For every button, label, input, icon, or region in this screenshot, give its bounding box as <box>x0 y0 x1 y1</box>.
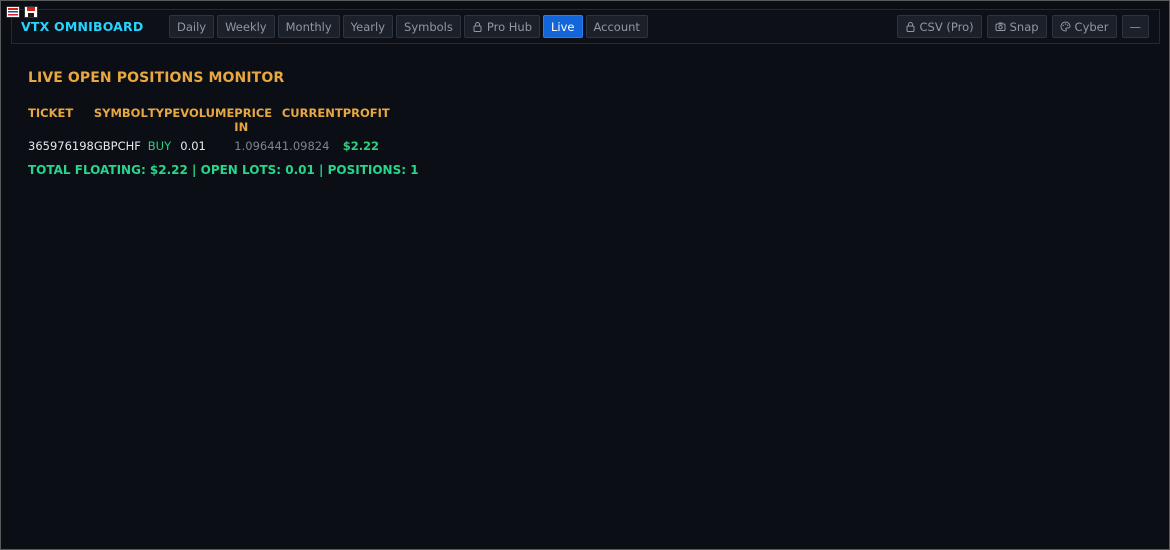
save-icon[interactable] <box>24 6 38 18</box>
top-toolbar: VTX OMNIBOARD Daily Weekly Monthly Yearl… <box>11 9 1160 44</box>
window-system-icons <box>6 6 38 19</box>
cyber-label: Cyber <box>1074 19 1109 34</box>
cell-ticket: 365976198 <box>28 139 94 153</box>
cell-type: BUY <box>147 139 172 153</box>
column-header-symbol: SYMBOL <box>93 106 148 120</box>
cell-volume: 0.01 <box>180 139 206 153</box>
column-header-current: CURRENT <box>281 106 343 120</box>
lock-icon <box>473 22 482 32</box>
nav-tabs: Daily Weekly Monthly Yearly Symbols Pro … <box>169 15 648 38</box>
section-title: LIVE OPEN POSITIONS MONITOR <box>28 70 285 86</box>
tab-label: Symbols <box>404 19 453 34</box>
tab-label: Account <box>593 19 640 34</box>
cell-price-in: 1.09644 <box>234 139 282 153</box>
live-positions-panel: LIVE OPEN POSITIONS MONITOR TICKET SYMBO… <box>28 70 419 177</box>
app-title: VTX OMNIBOARD <box>21 19 144 34</box>
tab-yearly[interactable]: Yearly <box>342 15 394 38</box>
tab-live[interactable]: Live <box>543 15 583 38</box>
tab-label: Daily <box>177 19 207 34</box>
column-header-profit: PROFIT <box>342 106 390 120</box>
app-window: VTX OMNIBOARD Daily Weekly Monthly Yearl… <box>0 0 1170 550</box>
tab-label: Monthly <box>285 19 332 34</box>
csv-export-label: CSV (Pro) <box>919 19 974 34</box>
chart-window-icon[interactable] <box>6 6 20 18</box>
tab-weekly[interactable]: Weekly <box>217 15 275 38</box>
table-header-row: TICKET SYMBOL TYPE VOLUME PRICE IN CURRE… <box>28 106 390 134</box>
positions-table: TICKET SYMBOL TYPE VOLUME PRICE IN CURRE… <box>28 106 390 159</box>
palette-icon <box>1060 21 1071 32</box>
minimize-button[interactable]: — <box>1121 15 1149 38</box>
column-header-volume: VOLUME <box>180 106 235 120</box>
cell-current: 1.09824 <box>281 139 330 153</box>
tab-monthly[interactable]: Monthly <box>277 15 340 38</box>
cyber-theme-button[interactable]: Cyber <box>1051 15 1117 38</box>
lock-icon <box>906 22 915 32</box>
cell-profit: $2.22 <box>342 139 380 153</box>
tab-label: Live <box>551 19 575 34</box>
positions-summary: TOTAL FLOATING: $2.22 | OPEN LOTS: 0.01 … <box>28 163 419 177</box>
tab-daily[interactable]: Daily <box>169 15 215 38</box>
tab-label: Yearly <box>350 19 386 34</box>
tab-label: Pro Hub <box>486 19 533 34</box>
camera-icon <box>995 22 1006 31</box>
column-header-price-in: PRICE IN <box>234 106 273 134</box>
tab-pro-hub[interactable]: Pro Hub <box>463 15 541 38</box>
column-header-ticket: TICKET <box>28 106 74 120</box>
snap-button[interactable]: Snap <box>986 15 1047 38</box>
csv-export-button[interactable]: CSV (Pro) <box>896 15 982 38</box>
snap-label: Snap <box>1009 19 1039 34</box>
table-row: 365976198 GBPCHF BUY 0.01 1.09644 1.0982… <box>28 134 390 159</box>
tab-symbols[interactable]: Symbols <box>396 15 461 38</box>
toolbar-actions: CSV (Pro) Snap Cyber — <box>896 15 1149 38</box>
column-header-type: TYPE <box>147 106 181 120</box>
tab-account[interactable]: Account <box>585 15 648 38</box>
minimize-label: — <box>1129 19 1142 34</box>
cell-symbol: GBPCHF <box>93 139 141 153</box>
tab-label: Weekly <box>225 19 267 34</box>
